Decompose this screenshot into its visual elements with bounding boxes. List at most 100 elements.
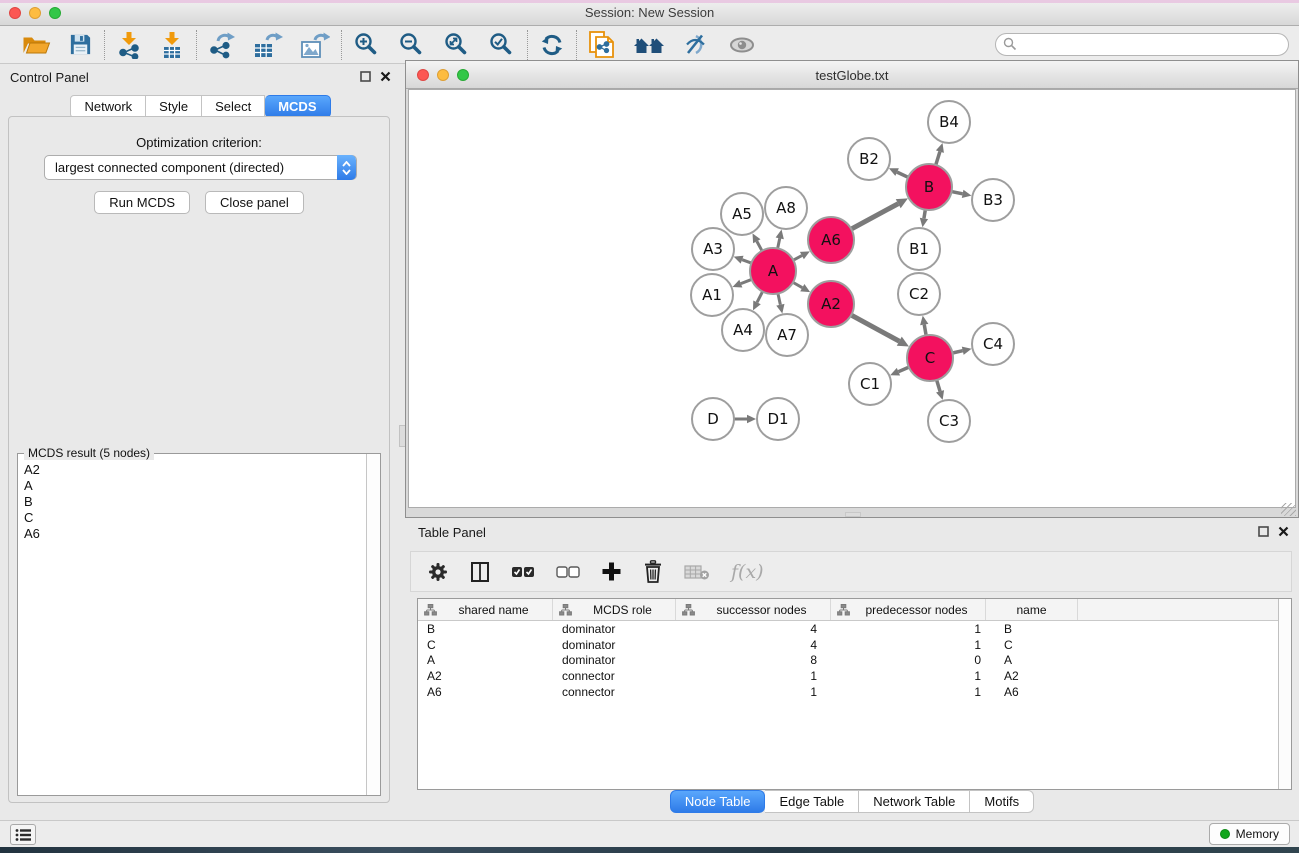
task-history-button[interactable] xyxy=(10,824,36,845)
float-table-panel-icon[interactable] xyxy=(1258,526,1269,537)
edge-A-A8[interactable] xyxy=(778,238,780,248)
tab-style[interactable]: Style xyxy=(146,95,202,118)
export-network-icon[interactable] xyxy=(208,31,236,59)
mcds-result-item[interactable]: A xyxy=(24,478,360,494)
result-scrollbar[interactable] xyxy=(366,454,380,795)
window-resize-grip[interactable] xyxy=(1281,503,1296,516)
horizontal-split-handle[interactable] xyxy=(845,512,861,517)
run-mcds-button[interactable]: Run MCDS xyxy=(94,191,190,214)
table-settings-gear-icon[interactable] xyxy=(427,561,449,583)
export-image-icon[interactable] xyxy=(300,31,330,59)
edge-A2-C[interactable] xyxy=(851,315,899,341)
edge-A-A5[interactable] xyxy=(757,241,762,251)
refresh-layout-icon[interactable] xyxy=(539,32,565,58)
network-canvas[interactable]: AA1A2A3A4A5A6A7A8BB1B2B3B4CC1C2C3C4DD1 xyxy=(408,89,1296,508)
table-row[interactable]: Bdominator41B xyxy=(418,621,1291,637)
tab-motifs[interactable]: Motifs xyxy=(970,790,1034,813)
save-session-icon[interactable] xyxy=(68,32,93,57)
table-row[interactable]: Adominator80A xyxy=(418,653,1291,669)
mcds-result-item[interactable]: B xyxy=(24,494,360,510)
network-from-clipboard-icon[interactable] xyxy=(588,30,616,60)
hide-graphics-details-icon[interactable] xyxy=(682,32,710,58)
show-graphics-details-icon[interactable] xyxy=(727,34,757,56)
zoom-selected-icon[interactable] xyxy=(488,31,516,59)
edge-A6-B[interactable] xyxy=(851,204,898,229)
table-tabs: Node TableEdge TableNetwork TableMotifs xyxy=(405,790,1299,813)
edge-C-C2[interactable] xyxy=(924,325,926,336)
node-label-C4: C4 xyxy=(983,335,1003,353)
delete-column-icon[interactable] xyxy=(643,560,663,583)
select-all-columns-icon[interactable] xyxy=(511,566,535,578)
export-table-icon[interactable] xyxy=(253,31,283,59)
table-row[interactable]: A6connector11A6 xyxy=(418,684,1291,700)
list-icon xyxy=(15,828,31,842)
close-table-panel-icon[interactable] xyxy=(1278,526,1289,537)
node-label-A5: A5 xyxy=(732,205,752,223)
edge-A-A7[interactable] xyxy=(778,293,780,304)
node-label-B3: B3 xyxy=(983,191,1003,209)
edge-C-C3[interactable] xyxy=(937,380,940,391)
column-header-mcds-role[interactable]: MCDS role xyxy=(553,599,676,620)
close-panel-icon[interactable] xyxy=(380,71,391,82)
column-header-successor-nodes[interactable]: successor nodes xyxy=(676,599,831,620)
tab-edge-table[interactable]: Edge Table xyxy=(765,790,859,813)
memory-button[interactable]: Memory xyxy=(1209,823,1290,845)
cell: dominator xyxy=(553,622,676,636)
deselect-all-columns-icon[interactable] xyxy=(556,566,580,578)
mcds-result-item[interactable]: C xyxy=(24,510,360,526)
zoom-in-icon[interactable] xyxy=(353,31,381,59)
import-network-icon[interactable] xyxy=(116,31,142,59)
edge-C-C4[interactable] xyxy=(952,351,962,353)
control-panel-title: Control Panel xyxy=(10,70,89,85)
tab-mcds[interactable]: MCDS xyxy=(265,95,330,118)
table-row[interactable]: Cdominator41C xyxy=(418,637,1291,653)
edge-A-A2[interactable] xyxy=(793,282,802,287)
zoom-out-icon[interactable] xyxy=(398,31,426,59)
edge-A-A4[interactable] xyxy=(757,292,763,303)
arrowhead-icon xyxy=(936,143,944,153)
network-window-titlebar[interactable]: testGlobe.txt xyxy=(406,61,1298,89)
table-scrollbar[interactable] xyxy=(1278,599,1291,789)
column-header-shared-name[interactable]: shared name xyxy=(418,599,553,620)
mcds-result-list[interactable]: A2ABCA6 xyxy=(18,460,366,795)
import-table-icon[interactable] xyxy=(159,31,185,59)
cell: A2 xyxy=(418,669,553,683)
tab-network[interactable]: Network xyxy=(70,95,146,118)
column-header-predecessor-nodes[interactable]: predecessor nodes xyxy=(831,599,986,620)
column-header-label: name xyxy=(988,603,1075,617)
column-header-name[interactable]: name xyxy=(986,599,1078,620)
create-column-icon[interactable] xyxy=(601,561,622,582)
edge-B-B1[interactable] xyxy=(924,210,925,219)
edge-A-A1[interactable] xyxy=(741,279,752,283)
node-label-C3: C3 xyxy=(939,412,959,430)
tab-network-table[interactable]: Network Table xyxy=(859,790,970,813)
criterion-select[interactable]: largest connected component (directed) xyxy=(44,155,357,180)
cell: A xyxy=(418,653,553,667)
table-row[interactable]: A2connector11A2 xyxy=(418,668,1291,684)
node-table[interactable]: shared name MCDS rolesuccessor nodesprede… xyxy=(417,598,1292,790)
edge-B-B3[interactable] xyxy=(952,192,963,194)
search-field xyxy=(995,33,1289,56)
tab-select[interactable]: Select xyxy=(202,95,265,118)
mcds-result-item[interactable]: A2 xyxy=(24,462,360,478)
node-label-A: A xyxy=(768,262,779,280)
edge-B-B2[interactable] xyxy=(897,172,908,177)
edge-A-A6[interactable] xyxy=(793,256,802,261)
close-panel-button[interactable]: Close panel xyxy=(205,191,304,214)
edge-B-B4[interactable] xyxy=(936,152,940,165)
open-file-icon[interactable] xyxy=(21,32,51,58)
network-graph[interactable]: AA1A2A3A4A5A6A7A8BB1B2B3B4CC1C2C3C4DD1 xyxy=(409,90,1297,509)
home-layout-icon[interactable] xyxy=(633,34,665,56)
cell: 8 xyxy=(676,653,831,667)
float-panel-icon[interactable] xyxy=(360,71,371,82)
toolbar-separator xyxy=(576,30,577,60)
toolbar-separator xyxy=(527,30,528,60)
column-header-label: MCDS role xyxy=(572,603,673,617)
edge-C-C1[interactable] xyxy=(898,367,908,372)
show-columns-icon[interactable] xyxy=(470,561,490,583)
mcds-result-item[interactable]: A6 xyxy=(24,526,360,542)
zoom-fit-icon[interactable] xyxy=(443,31,471,59)
edge-A-A3[interactable] xyxy=(742,260,751,263)
tab-node-table[interactable]: Node Table xyxy=(670,790,766,813)
search-input[interactable] xyxy=(995,33,1289,56)
